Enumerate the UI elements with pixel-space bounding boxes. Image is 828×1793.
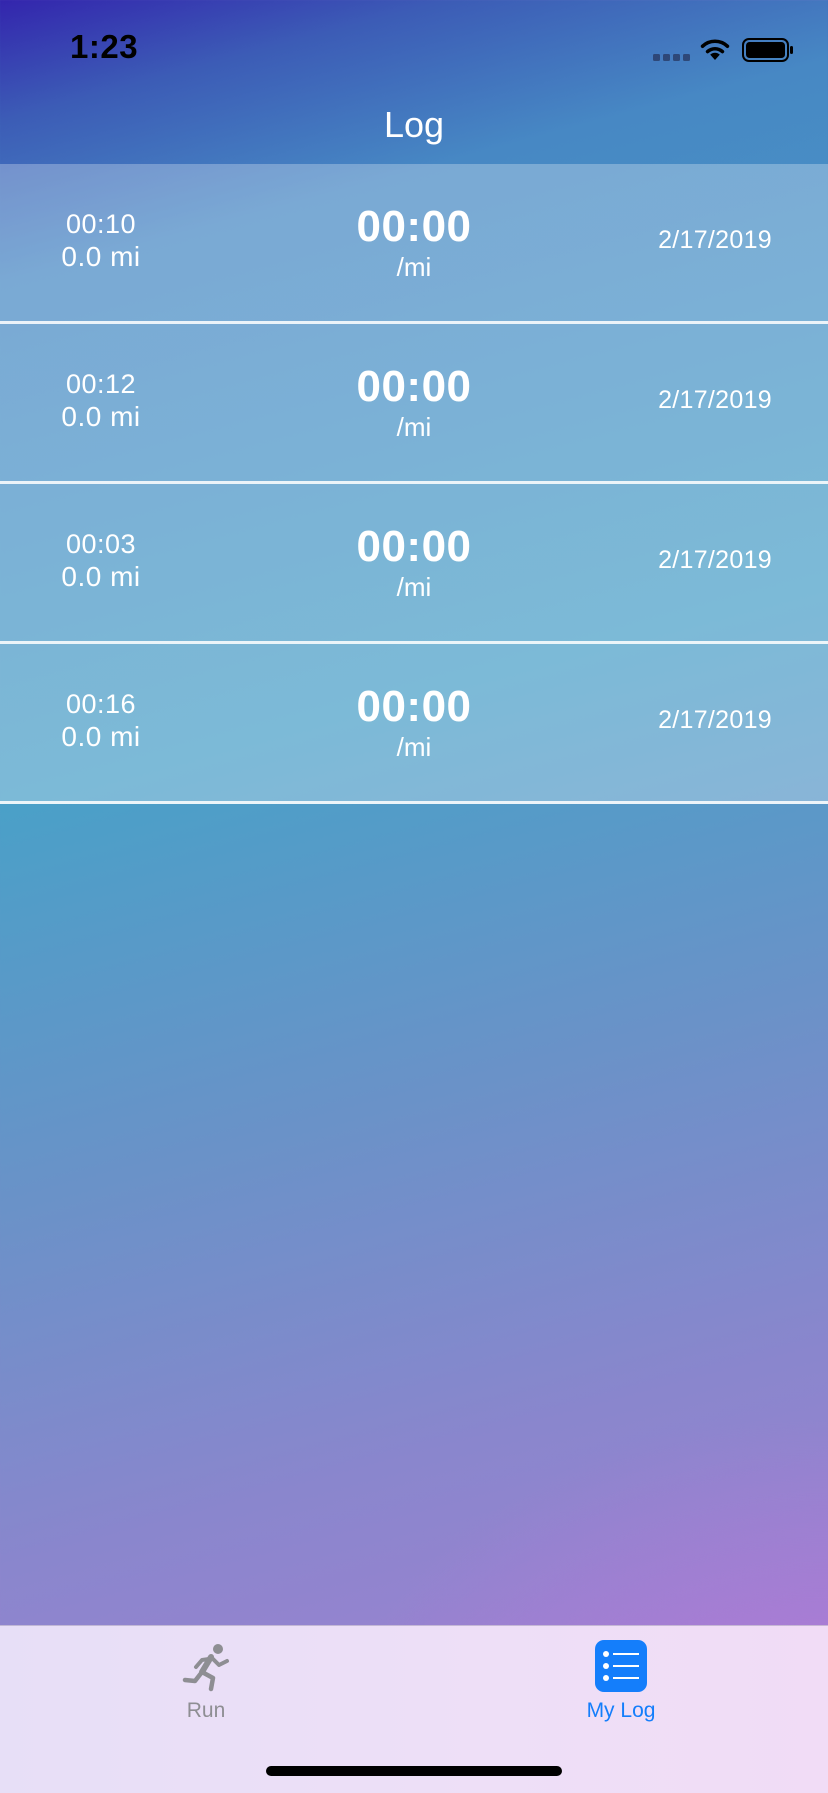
log-entry-row[interactable]: 00:16 0.0 mi 00:00 /mi 2/17/2019 xyxy=(0,644,828,804)
run-distance: 0.0 mi xyxy=(61,561,141,592)
runner-icon xyxy=(182,1644,229,1692)
log-list: 00:10 0.0 mi 00:00 /mi 2/17/2019 00:12 0… xyxy=(0,164,828,804)
status-bar: 1:23 xyxy=(0,0,828,96)
cellular-signal-icon xyxy=(653,54,691,62)
log-entry-row[interactable]: 00:10 0.0 mi 00:00 /mi 2/17/2019 xyxy=(0,164,828,324)
home-indicator[interactable] xyxy=(266,1766,562,1776)
status-time: 1:23 xyxy=(70,28,139,65)
run-summary: 00:12 0.0 mi xyxy=(0,368,202,434)
run-summary: 00:03 0.0 mi xyxy=(0,528,202,594)
run-duration: 00:12 xyxy=(65,369,137,399)
run-date: 2/17/2019 xyxy=(658,706,772,734)
pace-display: 00:00 /mi xyxy=(314,202,514,282)
run-summary: 00:16 0.0 mi xyxy=(0,688,202,754)
run-date: 2/17/2019 xyxy=(658,386,772,414)
run-pace: 00:00 xyxy=(356,522,472,571)
log-entry-row[interactable]: 00:03 0.0 mi 00:00 /mi 2/17/2019 xyxy=(0,484,828,644)
run-date: 2/17/2019 xyxy=(658,226,772,254)
run-distance: 0.0 mi xyxy=(61,721,141,752)
tab-run[interactable]: Run xyxy=(126,1638,286,1723)
run-pace: 00:00 xyxy=(356,202,472,251)
log-entry-row[interactable]: 00:12 0.0 mi 00:00 /mi 2/17/2019 xyxy=(0,324,828,484)
tab-my-log-label: My Log xyxy=(586,1699,656,1722)
pace-display: 00:00 /mi xyxy=(314,522,514,602)
pace-unit: /mi xyxy=(396,572,432,602)
run-pace: 00:00 xyxy=(356,682,472,731)
pace-unit: /mi xyxy=(396,252,432,282)
pace-unit: /mi xyxy=(396,732,432,762)
page-title: Log xyxy=(383,104,445,145)
run-pace: 00:00 xyxy=(356,362,472,411)
tab-my-log[interactable]: My Log xyxy=(541,1638,701,1723)
pace-display: 00:00 /mi xyxy=(314,682,514,762)
pace-display: 00:00 /mi xyxy=(314,362,514,442)
run-duration: 00:10 xyxy=(65,209,137,239)
run-distance: 0.0 mi xyxy=(61,401,141,432)
run-duration: 00:03 xyxy=(65,529,137,559)
pace-unit: /mi xyxy=(396,412,432,442)
run-distance: 0.0 mi xyxy=(61,241,141,272)
tab-run-label: Run xyxy=(186,1699,226,1722)
run-summary: 00:10 0.0 mi xyxy=(0,208,202,274)
list-icon xyxy=(595,1640,647,1692)
run-duration: 00:16 xyxy=(65,689,137,719)
navigation-bar: Log xyxy=(0,96,828,164)
wifi-icon xyxy=(700,39,730,60)
run-date: 2/17/2019 xyxy=(658,546,772,574)
battery-icon xyxy=(742,38,793,62)
